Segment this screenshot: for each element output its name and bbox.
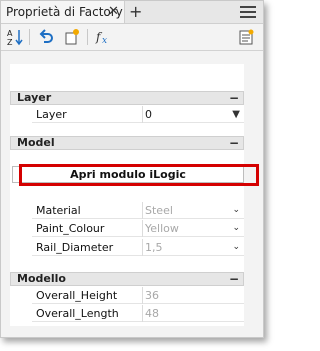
fx-icon[interactable]: f x	[95, 28, 113, 46]
svg-text:x: x	[102, 36, 107, 46]
dropdown-arrow-icon[interactable]: ▼	[232, 106, 240, 123]
paint-colour-dropdown[interactable]: Yellow ⌄	[142, 220, 244, 237]
property-label: Overall_Height	[36, 289, 118, 302]
section-header-layer[interactable]: Layer −	[10, 91, 244, 105]
dropdown-value: Steel	[145, 204, 173, 217]
section-title: Model	[17, 136, 55, 149]
section-title: Modello	[17, 272, 66, 285]
properties-icon[interactable]	[237, 28, 255, 46]
close-icon[interactable]: ✕	[108, 1, 119, 23]
dropdown-value: Yellow	[145, 222, 179, 235]
collapse-icon[interactable]: −	[229, 92, 239, 104]
property-row-material[interactable]: Material Steel ⌄	[32, 202, 244, 219]
layer-dropdown[interactable]: 0 ▼	[142, 106, 244, 123]
toolbar: A Z f x	[1, 24, 263, 51]
menu-icon[interactable]	[240, 6, 256, 18]
tab-title: Proprietà di Factory	[6, 5, 123, 19]
property-label: Overall_Length	[36, 307, 119, 320]
property-label: Material	[36, 204, 81, 217]
tab-properties[interactable]: Proprietà di Factory	[1, 1, 125, 23]
svg-text:Z: Z	[7, 38, 13, 46]
toolbar-separator	[29, 29, 30, 45]
chevron-down-icon[interactable]: ⌄	[232, 220, 240, 237]
property-row-overall-length[interactable]: Overall_Length 48	[32, 305, 244, 322]
sort-az-icon[interactable]: A Z	[6, 28, 24, 47]
material-dropdown[interactable]: Steel ⌄	[142, 202, 244, 219]
section-title: Layer	[17, 91, 52, 104]
property-label: Layer	[36, 108, 67, 121]
new-item-icon[interactable]	[63, 28, 81, 46]
chevron-down-icon[interactable]: ⌄	[232, 239, 240, 256]
overall-height-value[interactable]: 36	[142, 287, 244, 304]
undo-icon[interactable]	[37, 28, 55, 46]
chevron-down-icon[interactable]: ⌄	[232, 202, 240, 219]
collapse-icon[interactable]: −	[229, 273, 239, 285]
property-row-overall-height[interactable]: Overall_Height 36	[32, 287, 244, 304]
section-header-model[interactable]: Model −	[10, 136, 244, 150]
section-header-modello[interactable]: Modello −	[10, 272, 244, 286]
button-label: Apri modulo iLogic	[70, 168, 186, 181]
toolbar-separator	[87, 29, 88, 45]
rail-diameter-dropdown[interactable]: 1,5 ⌄	[142, 239, 244, 256]
collapse-icon[interactable]: −	[229, 137, 239, 149]
property-row-paint-colour[interactable]: Paint_Colour Yellow ⌄	[32, 220, 244, 237]
property-label: Paint_Colour	[36, 222, 105, 235]
dropdown-value: 0	[145, 108, 152, 121]
tab-bar: Proprietà di Factory ✕ +	[1, 1, 263, 24]
property-grid: Layer − Layer 0 ▼ Model − Material Steel…	[10, 64, 244, 326]
svg-text:A: A	[7, 29, 13, 38]
property-label: Rail_Diameter	[36, 241, 114, 254]
overall-length-value[interactable]: 48	[142, 305, 244, 322]
dropdown-value: 1,5	[145, 241, 163, 254]
property-row-rail-diameter[interactable]: Rail_Diameter 1,5 ⌄	[32, 239, 244, 256]
open-ilogic-button[interactable]: Apri modulo iLogic	[12, 166, 244, 183]
property-row-layer[interactable]: Layer 0 ▼	[32, 106, 244, 123]
add-tab-icon[interactable]: +	[129, 1, 142, 22]
